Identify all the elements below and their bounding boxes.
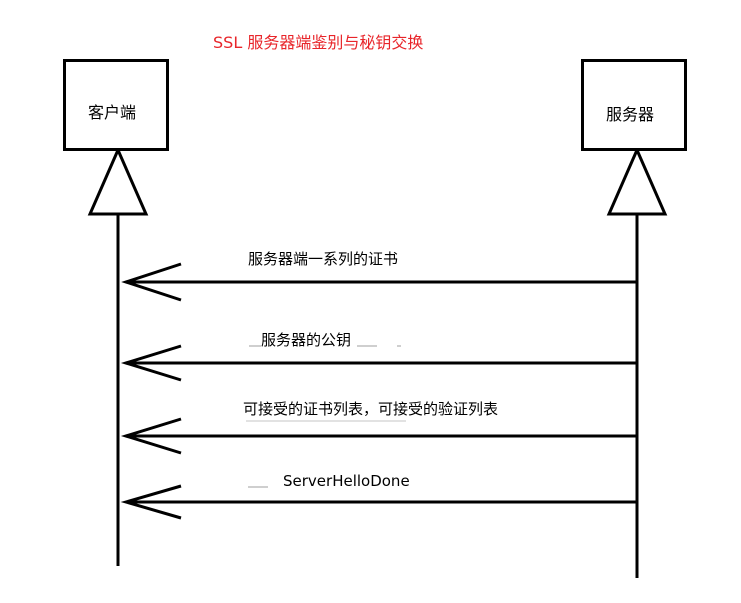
message-label-2: 服务器的公钥 bbox=[261, 331, 352, 349]
message-arrow-2 bbox=[120, 344, 637, 382]
smudge bbox=[357, 345, 377, 347]
smudge bbox=[248, 486, 268, 488]
message-arrow-4 bbox=[120, 484, 637, 520]
server-label: 服务器 bbox=[606, 105, 655, 124]
server-triangle bbox=[606, 146, 668, 216]
client-triangle bbox=[87, 146, 149, 216]
message-label-3: 可接受的证书列表，可接受的验证列表 bbox=[243, 400, 499, 418]
smudge bbox=[397, 345, 401, 347]
message-arrow-3 bbox=[120, 417, 637, 455]
smudge bbox=[246, 420, 406, 422]
message-arrow-1 bbox=[121, 262, 637, 302]
message-label-1: 服务器端一系列的证书 bbox=[248, 250, 399, 268]
smudge bbox=[249, 345, 261, 347]
client-label: 客户端 bbox=[88, 103, 137, 122]
client-box: 客户端 bbox=[63, 59, 169, 151]
server-box: 服务器 bbox=[581, 59, 687, 151]
message-label-4: ServerHelloDone bbox=[283, 472, 410, 490]
